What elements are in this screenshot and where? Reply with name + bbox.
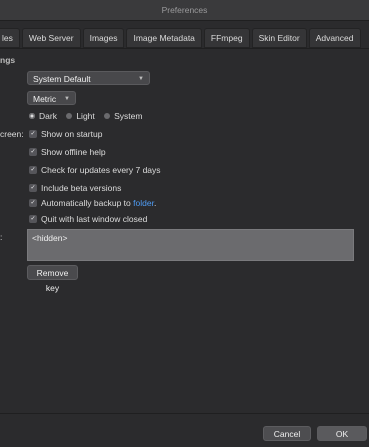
radio-icon [104, 112, 111, 119]
cancel-button[interactable]: Cancel [263, 426, 311, 441]
tab-images[interactable]: Images [82, 28, 125, 48]
checkbox-checked-icon: ✓ [29, 129, 37, 138]
remove-key-button[interactable]: Remove key [27, 265, 78, 293]
language-select[interactable]: System Default ▼ [27, 71, 150, 85]
dialog-footer: Cancel OK [0, 413, 369, 447]
license-key-value: <hidden> [32, 233, 68, 243]
checkbox-label: Check for updates every 7 days [41, 165, 161, 175]
tab-bar: les Web Server Images Image Metadata FFm… [0, 28, 363, 48]
units-select[interactable]: Metric ▼ [27, 91, 76, 105]
checkbox-show-offline-help[interactable]: ✓ Show offline help [29, 147, 106, 157]
checkbox-checked-icon: ✓ [29, 165, 37, 174]
preferences-window: Preferences les Web Server Images Image … [0, 0, 369, 447]
radio-selected-icon [29, 112, 35, 119]
checkbox-label: Quit with last window closed [41, 214, 148, 224]
theme-radio-light[interactable]: Light [66, 111, 95, 121]
checkbox-checked-icon: ✓ [29, 183, 37, 192]
theme-radio-system[interactable]: System [104, 111, 142, 121]
checkbox-quit-last-window[interactable]: ✓ Quit with last window closed [29, 214, 147, 224]
tab-skin-editor[interactable]: Skin Editor [251, 28, 307, 48]
language-select-value: System Default [33, 74, 91, 84]
window-title: Preferences [161, 5, 208, 15]
theme-radio-dark[interactable]: Dark [29, 111, 57, 121]
checkbox-include-beta[interactable]: ✓ Include beta versions [29, 183, 121, 193]
screen-row-label: creen: [0, 129, 24, 139]
checkbox-label: Include beta versions [41, 183, 122, 193]
checkbox-show-on-startup[interactable]: ✓ Show on startup [29, 129, 102, 139]
license-key-field[interactable]: <hidden> [27, 229, 354, 261]
chevron-down-icon: ▼ [138, 76, 144, 82]
units-select-value: Metric [33, 94, 57, 104]
checkbox-checked-icon: ✓ [29, 147, 37, 156]
tab-web-server[interactable]: Web Server [21, 28, 81, 48]
theme-radio-label: Dark [39, 111, 57, 121]
tab-image-metadata[interactable]: Image Metadata [126, 28, 202, 48]
key-row-label: : [0, 232, 3, 242]
checkbox-checked-icon: ✓ [29, 198, 37, 207]
chevron-down-icon: ▼ [64, 96, 70, 102]
ok-button[interactable]: OK [317, 426, 367, 441]
title-bar: Preferences [0, 0, 369, 21]
checkbox-auto-backup[interactable]: ✓ Automatically backup to folder. [29, 198, 156, 208]
tab-files[interactable]: les [0, 28, 20, 48]
theme-radio-label: Light [76, 111, 95, 121]
checkbox-check-for-updates[interactable]: ✓ Check for updates every 7 days [29, 165, 161, 175]
checkbox-checked-icon: ✓ [29, 214, 37, 223]
checkbox-label: Show offline help [41, 147, 106, 157]
backup-link-suffix: . [153, 198, 157, 208]
radio-icon [66, 112, 73, 119]
settings-panel: ngs System Default ▼ Metric ▼ Dark Light… [0, 48, 369, 413]
checkbox-label: Automatically backup to [41, 198, 131, 208]
checkbox-label: Show on startup [41, 129, 103, 139]
theme-radio-group: Dark Light System [29, 111, 142, 121]
theme-radio-label: System [114, 111, 143, 121]
tab-ffmpeg[interactable]: FFmpeg [203, 28, 250, 48]
section-label: ngs [0, 55, 16, 65]
tab-advanced[interactable]: Advanced [308, 28, 361, 48]
backup-folder-link[interactable]: folder [133, 198, 154, 208]
